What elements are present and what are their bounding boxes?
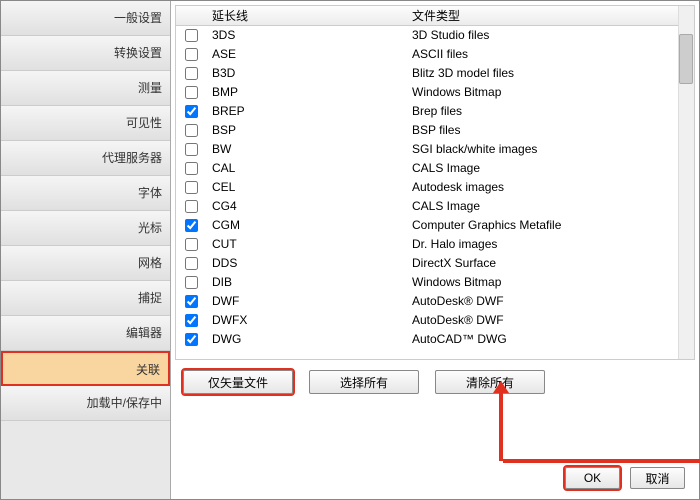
sidebar-item-4[interactable]: 代理服务器 — [1, 141, 170, 176]
annotation-arrow-up — [499, 391, 503, 461]
sidebar-item-5[interactable]: 字体 — [1, 176, 170, 211]
table-row[interactable]: B3DBlitz 3D model files — [176, 64, 694, 83]
table-row[interactable]: CUTDr. Halo images — [176, 235, 694, 254]
table-row[interactable]: BMPWindows Bitmap — [176, 83, 694, 102]
sidebar-item-9[interactable]: 编辑器 — [1, 316, 170, 351]
sidebar-item-3[interactable]: 可见性 — [1, 106, 170, 141]
row-filetype: Brep files — [406, 102, 694, 121]
row-filetype: Blitz 3D model files — [406, 64, 694, 83]
table-row[interactable]: BREPBrep files — [176, 102, 694, 121]
row-checkbox[interactable] — [185, 333, 198, 346]
ok-button[interactable]: OK — [565, 467, 620, 489]
row-checkbox[interactable] — [185, 86, 198, 99]
scrollbar-thumb[interactable] — [679, 34, 693, 84]
row-filetype: Autodesk images — [406, 178, 694, 197]
header-extension[interactable]: 延长线 — [206, 6, 406, 25]
table-body: 3DS3D Studio filesASEASCII filesB3DBlitz… — [176, 26, 694, 359]
row-filetype: AutoCAD™ DWG — [406, 330, 694, 349]
sidebar-item-10[interactable]: 关联 — [1, 351, 170, 386]
row-checkbox[interactable] — [185, 29, 198, 42]
sidebar-item-2[interactable]: 测量 — [1, 71, 170, 106]
row-checkbox[interactable] — [185, 67, 198, 80]
clear-all-button[interactable]: 清除所有 — [435, 370, 545, 394]
row-extension: 3DS — [206, 26, 406, 45]
sidebar-item-7[interactable]: 网格 — [1, 246, 170, 281]
table-row[interactable]: 3DS3D Studio files — [176, 26, 694, 45]
vector-only-button[interactable]: 仅矢量文件 — [183, 370, 293, 394]
row-checkbox[interactable] — [185, 219, 198, 232]
sidebar-item-8[interactable]: 捕捉 — [1, 281, 170, 316]
table-row[interactable]: CG4CALS Image — [176, 197, 694, 216]
sidebar-item-6[interactable]: 光标 — [1, 211, 170, 246]
row-checkbox[interactable] — [185, 295, 198, 308]
row-extension: DIB — [206, 273, 406, 292]
row-extension: BW — [206, 140, 406, 159]
select-all-button[interactable]: 选择所有 — [309, 370, 419, 394]
row-filetype: Dr. Halo images — [406, 235, 694, 254]
table-header: 延长线 文件类型 — [176, 6, 694, 26]
scrollbar[interactable] — [678, 6, 694, 359]
row-extension: CEL — [206, 178, 406, 197]
sidebar-item-11[interactable]: 加载中/保存中 — [1, 386, 170, 421]
row-filetype: SGI black/white images — [406, 140, 694, 159]
table-row[interactable]: BSPBSP files — [176, 121, 694, 140]
dialog-button-bar: OK 取消 — [565, 467, 685, 489]
table-row[interactable]: ASEASCII files — [176, 45, 694, 64]
row-filetype: CALS Image — [406, 197, 694, 216]
row-filetype: Windows Bitmap — [406, 83, 694, 102]
row-extension: DWF — [206, 292, 406, 311]
table-row[interactable]: DWGAutoCAD™ DWG — [176, 330, 694, 349]
row-filetype: DirectX Surface — [406, 254, 694, 273]
cancel-button[interactable]: 取消 — [630, 467, 685, 489]
row-checkbox[interactable] — [185, 162, 198, 175]
row-filetype: AutoDesk® DWF — [406, 311, 694, 330]
row-extension: CG4 — [206, 197, 406, 216]
file-type-table: 延长线 文件类型 3DS3D Studio filesASEASCII file… — [175, 5, 695, 360]
row-filetype: CALS Image — [406, 159, 694, 178]
annotation-arrow-right — [503, 459, 700, 463]
sidebar: 一般设置转换设置测量可见性代理服务器字体光标网格捕捉编辑器关联加载中/保存中 — [1, 1, 171, 499]
table-row[interactable]: CELAutodesk images — [176, 178, 694, 197]
main-panel: 延长线 文件类型 3DS3D Studio filesASEASCII file… — [171, 1, 699, 499]
table-row[interactable]: BWSGI black/white images — [176, 140, 694, 159]
table-row[interactable]: CALCALS Image — [176, 159, 694, 178]
row-extension: ASE — [206, 45, 406, 64]
row-checkbox[interactable] — [185, 181, 198, 194]
row-checkbox[interactable] — [185, 238, 198, 251]
row-extension: DWFX — [206, 311, 406, 330]
sidebar-item-0[interactable]: 一般设置 — [1, 1, 170, 36]
row-filetype: Windows Bitmap — [406, 273, 694, 292]
row-filetype: 3D Studio files — [406, 26, 694, 45]
row-filetype: ASCII files — [406, 45, 694, 64]
row-checkbox[interactable] — [185, 257, 198, 270]
row-checkbox[interactable] — [185, 105, 198, 118]
row-checkbox[interactable] — [185, 276, 198, 289]
row-checkbox[interactable] — [185, 48, 198, 61]
row-checkbox[interactable] — [185, 314, 198, 327]
sidebar-item-1[interactable]: 转换设置 — [1, 36, 170, 71]
row-extension: CAL — [206, 159, 406, 178]
row-filetype: Computer Graphics Metafile — [406, 216, 694, 235]
filter-button-row: 仅矢量文件 选择所有 清除所有 — [171, 364, 699, 400]
row-extension: BSP — [206, 121, 406, 140]
table-row[interactable]: DDSDirectX Surface — [176, 254, 694, 273]
row-extension: DWG — [206, 330, 406, 349]
row-filetype: BSP files — [406, 121, 694, 140]
row-extension: CUT — [206, 235, 406, 254]
row-checkbox[interactable] — [185, 143, 198, 156]
row-checkbox[interactable] — [185, 200, 198, 213]
table-row[interactable]: DWFAutoDesk® DWF — [176, 292, 694, 311]
row-extension: CGM — [206, 216, 406, 235]
row-extension: DDS — [206, 254, 406, 273]
table-row[interactable]: DIBWindows Bitmap — [176, 273, 694, 292]
row-extension: BREP — [206, 102, 406, 121]
table-row[interactable]: CGMComputer Graphics Metafile — [176, 216, 694, 235]
table-row[interactable]: DWFXAutoDesk® DWF — [176, 311, 694, 330]
row-filetype: AutoDesk® DWF — [406, 292, 694, 311]
row-extension: BMP — [206, 83, 406, 102]
header-filetype[interactable]: 文件类型 — [406, 6, 694, 25]
row-checkbox[interactable] — [185, 124, 198, 137]
row-extension: B3D — [206, 64, 406, 83]
